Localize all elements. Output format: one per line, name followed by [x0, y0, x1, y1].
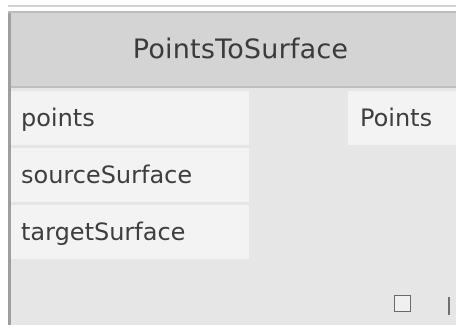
points-to-surface-node[interactable]: PointsToSurface points sourceSurface tar…	[8, 13, 456, 325]
input-port-label: targetSurface	[21, 218, 186, 246]
input-port-points[interactable]: points	[11, 91, 249, 145]
lacing-indicator-icon	[448, 297, 450, 315]
dynamo-canvas: PointsToSurface points sourceSurface tar…	[0, 0, 456, 333]
input-port-label: sourceSurface	[21, 161, 193, 189]
node-header[interactable]: PointsToSurface	[11, 13, 456, 88]
node-title: PointsToSurface	[132, 34, 349, 65]
input-port-label: points	[21, 104, 95, 132]
input-port-source-surface[interactable]: sourceSurface	[11, 148, 249, 202]
output-port-label: Points	[360, 104, 433, 132]
preview-toggle-checkbox[interactable]	[394, 295, 411, 312]
output-port-points[interactable]: Points	[348, 91, 456, 145]
node-stack-edge	[8, 5, 456, 7]
input-port-target-surface[interactable]: targetSurface	[11, 205, 249, 259]
